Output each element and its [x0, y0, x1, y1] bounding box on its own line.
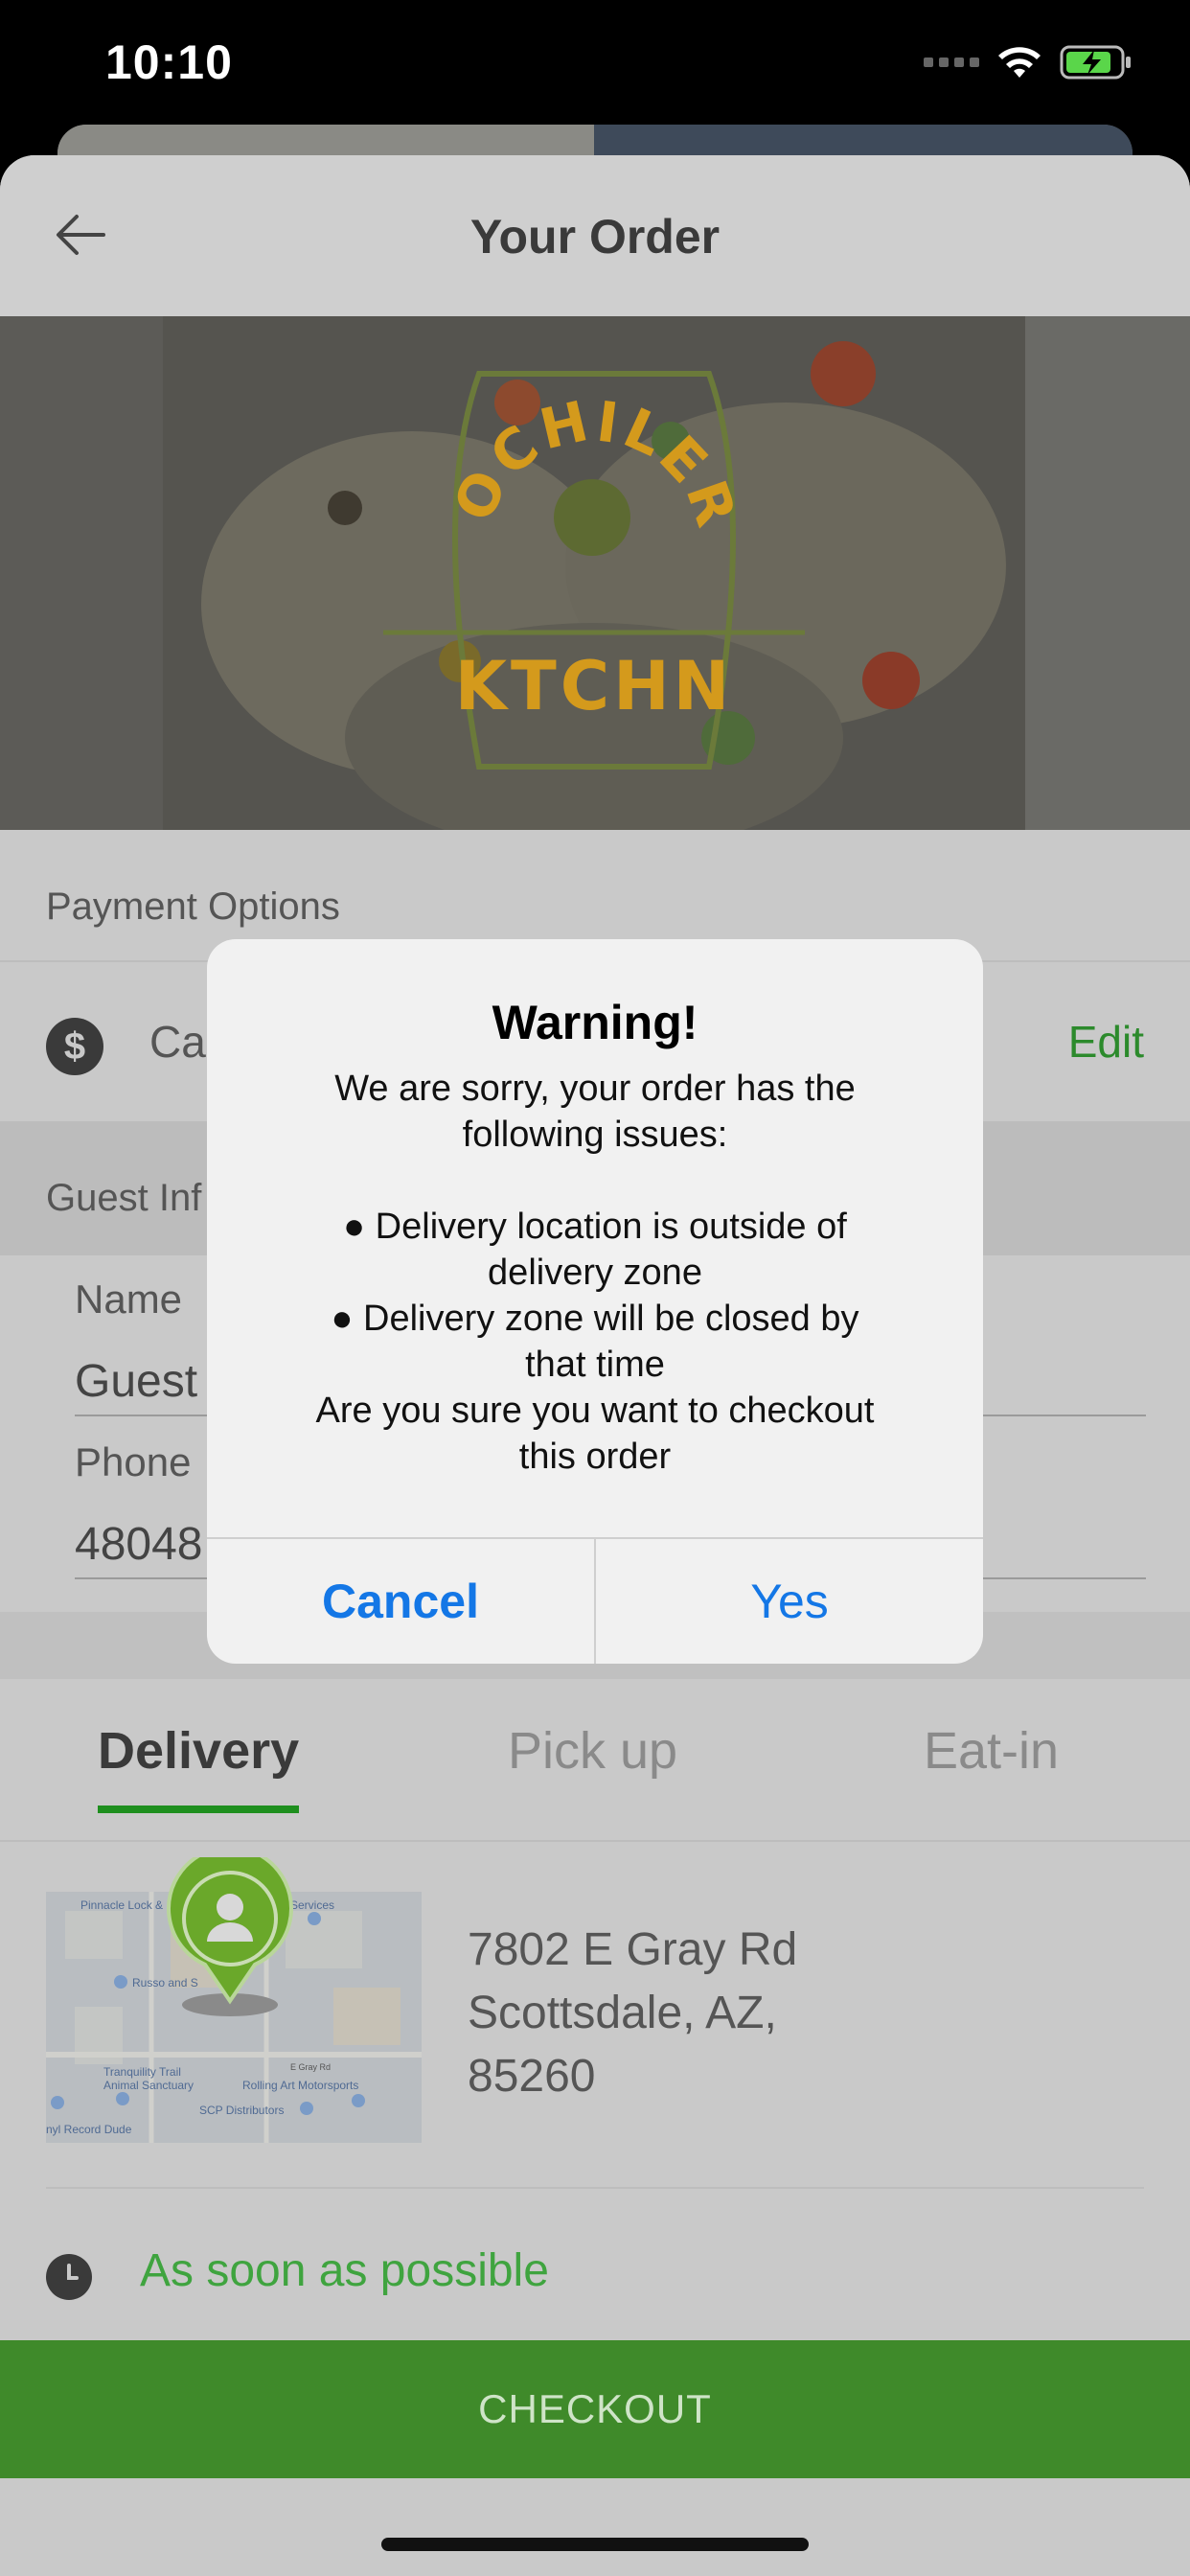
svg-text:Pinnacle Lock &: Pinnacle Lock & — [80, 1898, 163, 1912]
svg-text:E Gray Rd: E Gray Rd — [290, 2062, 331, 2072]
phone-input[interactable]: 48048 — [75, 1518, 202, 1571]
tab-eat-in[interactable]: Eat-in — [924, 1721, 1059, 1781]
svg-text:nyl Record Dude: nyl Record Dude — [46, 2123, 132, 2136]
payment-section-label: Payment Options — [46, 886, 340, 928]
alert-issue-1-line-2: delivery zone — [488, 1253, 702, 1293]
page-title: Your Order — [469, 210, 721, 264]
checkout-button[interactable]: CHECKOUT — [0, 2340, 1190, 2478]
warning-alert-dialog: Warning! We are sorry, your order has th… — [207, 939, 983, 1664]
alert-question-line-1: Are you sure you want to checkout — [315, 1391, 875, 1431]
divider — [46, 2187, 1144, 2189]
signal-dots-icon — [924, 58, 979, 67]
tab-pick-up[interactable]: Pick up — [508, 1721, 677, 1781]
alert-issue-2-line-1: ● Delivery zone will be closed by — [331, 1299, 859, 1339]
name-input[interactable]: Guest — [75, 1355, 197, 1408]
dollar-icon: $ — [46, 1018, 103, 1075]
restaurant-logo: MOCHILERO KTCHN — [421, 332, 746, 767]
address-line-3: 85260 — [468, 2051, 596, 2102]
svg-text:Rolling Art Motorsports: Rolling Art Motorsports — [242, 2079, 358, 2092]
status-icons — [924, 44, 1133, 80]
alert-title: Warning! — [492, 996, 698, 1049]
status-time: 10:10 — [105, 35, 233, 89]
yes-button[interactable]: Yes — [596, 1539, 983, 1664]
edit-payment-button[interactable]: Edit — [1068, 1016, 1144, 1068]
navbar: Your Order — [0, 155, 1190, 316]
wifi-icon — [998, 47, 1041, 78]
alert-intro-line-1: We are sorry, your order has the — [334, 1069, 856, 1109]
address-line-1: 7802 E Gray Rd — [468, 1924, 798, 1975]
name-label: Name — [75, 1276, 183, 1322]
clock-icon — [46, 2254, 92, 2300]
cancel-button[interactable]: Cancel — [207, 1539, 594, 1664]
alert-issue-2-line-2: that time — [525, 1345, 665, 1385]
payment-method[interactable]: Ca — [149, 1016, 206, 1068]
svg-text:KTCHN: KTCHN — [455, 647, 734, 725]
alert-intro-line-2: following issues: — [462, 1115, 728, 1155]
svg-text:Animal Sanctuary: Animal Sanctuary — [103, 2079, 194, 2092]
address-line-2: Scottsdale, AZ, — [468, 1988, 777, 2038]
alert-question-line-2: this order — [518, 1437, 672, 1477]
delivery-address: 7802 E Gray Rd Scottsdale, AZ, 85260 — [468, 1919, 797, 2108]
tab-delivery[interactable]: Delivery — [98, 1721, 299, 1781]
location-pin-icon — [167, 1857, 293, 2016]
alert-message: We are sorry, your order has the followi… — [264, 1066, 926, 1480]
svg-text:SCP Distributors: SCP Distributors — [199, 2104, 284, 2117]
alert-issue-1-line-1: ● Delivery location is outside of — [343, 1207, 847, 1247]
svg-text:Tranquility Trail: Tranquility Trail — [103, 2065, 181, 2079]
svg-text:MOCHILERO: MOCHILERO — [450, 383, 738, 538]
home-indicator — [381, 2538, 809, 2551]
delivery-time-option[interactable]: As soon as possible — [140, 2244, 549, 2297]
status-bar: 10:10 — [0, 0, 1190, 134]
restaurant-hero-image: MOCHILERO KTCHN — [0, 316, 1190, 830]
battery-charging-icon — [1060, 45, 1131, 80]
divider — [0, 1840, 1190, 1842]
active-tab-indicator — [98, 1806, 299, 1813]
order-type-tabs: Delivery Pick up Eat-in — [0, 1679, 1190, 1842]
phone-label: Phone — [75, 1439, 192, 1484]
guest-section-label: Guest Inf — [46, 1177, 202, 1219]
